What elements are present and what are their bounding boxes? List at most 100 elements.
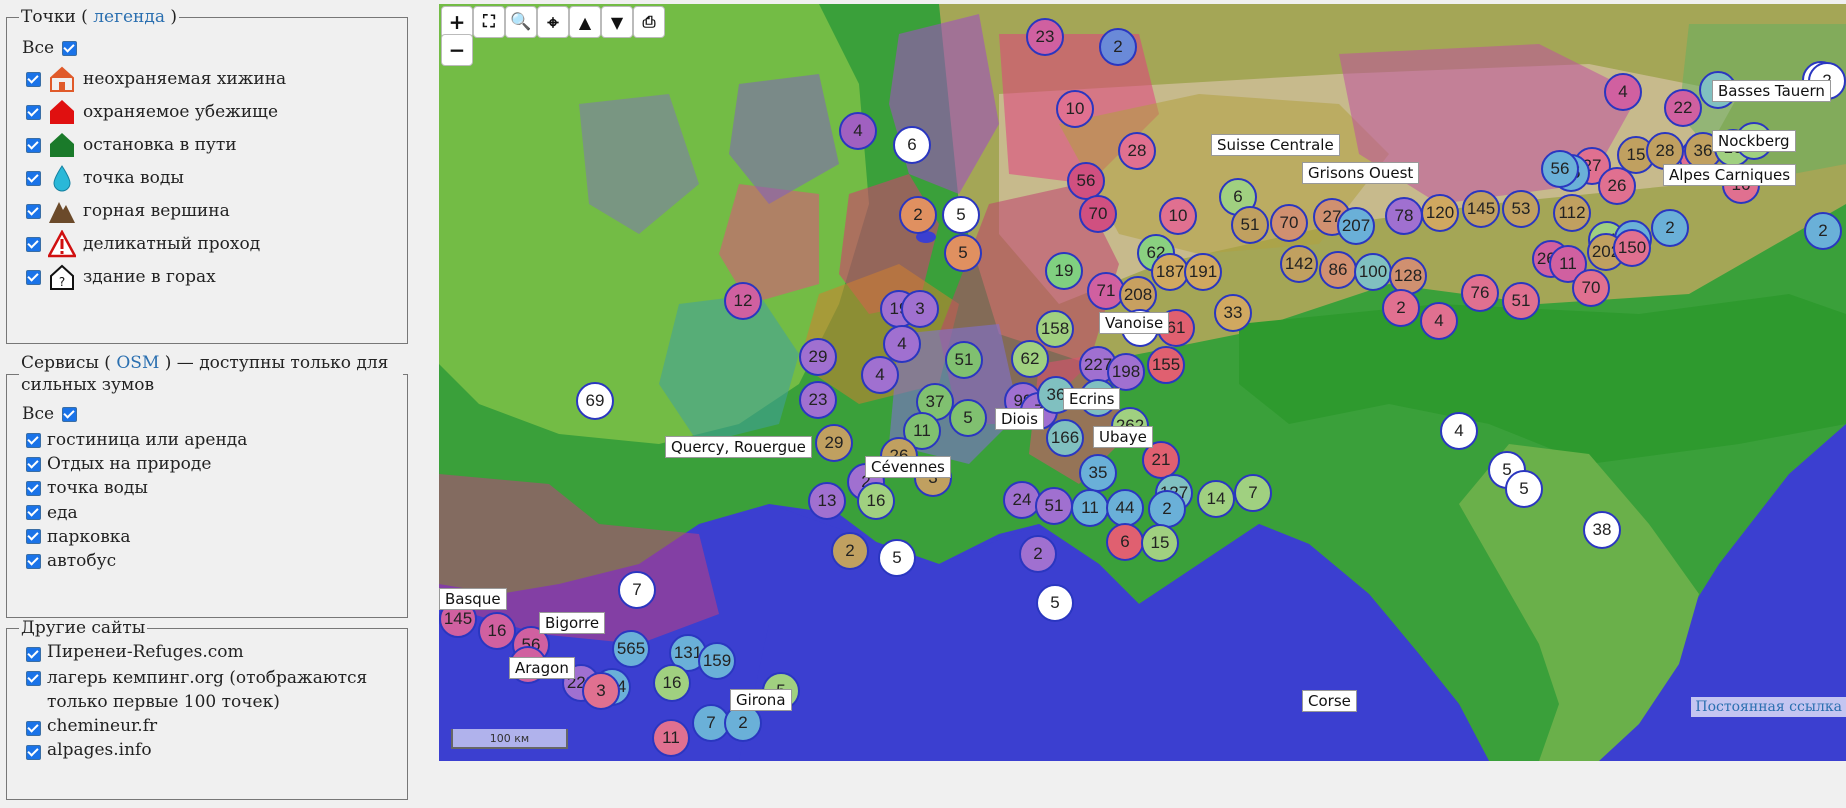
points-item-checkbox[interactable] (26, 170, 41, 186)
cluster-marker[interactable]: 2 (831, 532, 869, 570)
region-label[interactable]: Vanoise (1099, 312, 1170, 334)
cluster-marker[interactable]: 4 (1420, 302, 1458, 340)
zoom-out-button[interactable]: − (441, 34, 473, 66)
cluster-marker[interactable]: 5 (878, 539, 916, 577)
cluster-marker[interactable]: 142 (1280, 245, 1318, 283)
cluster-marker[interactable]: 3 (901, 290, 939, 328)
cluster-marker[interactable]: 70 (1079, 195, 1117, 233)
cluster-marker[interactable]: 38 (1583, 511, 1621, 549)
cluster-marker[interactable]: 10 (1056, 90, 1094, 128)
cluster-marker[interactable]: 100 (1354, 253, 1392, 291)
services-item-checkbox[interactable] (26, 480, 41, 496)
cluster-marker[interactable]: 2 (899, 196, 937, 234)
other-site-checkbox[interactable] (26, 671, 41, 686)
other-site-checkbox[interactable] (26, 745, 41, 760)
cluster-marker[interactable]: 4 (861, 356, 899, 394)
map[interactable]: + − ⛶ 🔍 ⌖ ▲ ▼ ⎙ 23 2 4 6 10 28 56 70 10 62 19 71 208… (439, 4, 1846, 761)
cluster-marker[interactable]: 2 (1804, 212, 1842, 250)
cluster-marker[interactable]: 5 (1505, 470, 1543, 508)
cluster-marker[interactable]: 6 (1106, 523, 1144, 561)
cluster-marker[interactable]: 76 (1461, 274, 1499, 312)
cluster-marker[interactable]: 112 (1553, 194, 1591, 232)
cluster-marker[interactable]: 565 (612, 630, 650, 668)
region-label[interactable]: Aragon (509, 657, 575, 679)
osm-link[interactable]: OSM (116, 353, 159, 373)
cluster-marker[interactable]: 4 (1604, 73, 1642, 111)
services-item-checkbox[interactable] (26, 553, 41, 569)
region-label[interactable]: Ecrins (1063, 388, 1121, 410)
cluster-marker[interactable]: 16 (478, 612, 516, 650)
points-item-checkbox[interactable] (26, 137, 41, 153)
region-label[interactable]: Girona (730, 689, 792, 711)
cluster-marker[interactable]: 23 (799, 381, 837, 419)
search-button[interactable]: 🔍 (505, 6, 537, 38)
region-label[interactable]: Basses Tauern (1712, 80, 1831, 102)
cluster-marker[interactable]: 22 (1664, 89, 1702, 127)
region-label[interactable]: Ubaye (1093, 426, 1153, 448)
services-item-checkbox[interactable] (26, 529, 41, 545)
cluster-marker[interactable]: 159 (698, 642, 736, 680)
cluster-marker[interactable]: 78 (1385, 197, 1423, 235)
fullscreen-button[interactable]: ⛶ (473, 6, 505, 38)
cluster-marker[interactable]: 86 (1319, 251, 1357, 289)
cluster-marker[interactable]: 150 (1613, 229, 1651, 267)
legend-link[interactable]: легенда (93, 7, 165, 27)
region-label[interactable]: Alpes Carniques (1663, 164, 1797, 186)
points-item-checkbox[interactable] (26, 203, 41, 219)
services-item-checkbox[interactable] (26, 456, 41, 472)
cluster-marker[interactable]: 2 (1019, 535, 1057, 573)
other-site-checkbox[interactable] (26, 647, 41, 662)
download-button[interactable]: ▼ (601, 6, 633, 38)
print-button[interactable]: ⎙ (633, 6, 665, 38)
region-label[interactable]: Grisons Ouest (1302, 162, 1420, 184)
cluster-marker[interactable]: 44 (1106, 489, 1144, 527)
cluster-marker[interactable]: 33 (1214, 294, 1252, 332)
points-item-checkbox[interactable] (26, 269, 41, 285)
cluster-marker[interactable]: 62 (1011, 340, 1049, 378)
permalink-link[interactable]: Постоянная ссылка (1691, 697, 1846, 717)
cluster-marker[interactable]: 51 (1231, 206, 1269, 244)
upload-button[interactable]: ▲ (569, 6, 601, 38)
region-label[interactable]: Diois (995, 408, 1044, 430)
cluster-marker[interactable]: 16 (857, 482, 895, 520)
cluster-marker[interactable]: 51 (945, 341, 983, 379)
region-label[interactable]: Quercy, Rouergue (665, 436, 812, 458)
cluster-marker[interactable]: 5 (944, 234, 982, 272)
cluster-marker[interactable]: 53 (1502, 190, 1540, 228)
cluster-marker[interactable]: 4 (839, 112, 877, 150)
cluster-marker[interactable]: 56 (1541, 150, 1579, 188)
cluster-marker[interactable]: 51 (1035, 487, 1073, 525)
cluster-marker[interactable]: 11 (652, 719, 690, 757)
points-item-checkbox[interactable] (26, 104, 41, 120)
cluster-marker[interactable]: 4 (1440, 412, 1478, 450)
points-all-checkbox[interactable] (62, 40, 78, 56)
cluster-marker[interactable]: 51 (1502, 282, 1540, 320)
cluster-marker[interactable]: 12 (724, 282, 762, 320)
cluster-marker[interactable]: 16 (653, 664, 691, 702)
cluster-marker[interactable]: 2 (1382, 289, 1420, 327)
cluster-marker[interactable]: 191 (1184, 253, 1222, 291)
cluster-marker[interactable]: 120 (1421, 194, 1459, 232)
other-site-checkbox[interactable] (26, 721, 41, 736)
points-item-checkbox[interactable] (26, 71, 41, 87)
cluster-marker[interactable]: 2 (1099, 28, 1137, 66)
cluster-marker[interactable]: 23 (1026, 18, 1064, 56)
cluster-marker[interactable]: 7 (1234, 474, 1272, 512)
cluster-marker[interactable]: 5 (942, 196, 980, 234)
cluster-marker[interactable]: 28 (1118, 132, 1156, 170)
cluster-marker[interactable]: 2 (1651, 209, 1689, 247)
cluster-marker[interactable]: 10 (1159, 197, 1197, 235)
cluster-marker[interactable]: 2 (1148, 490, 1186, 528)
cluster-marker[interactable]: 35 (1079, 454, 1117, 492)
cluster-marker[interactable]: 5 (949, 399, 987, 437)
cluster-marker[interactable]: 3 (582, 672, 620, 710)
cluster-marker[interactable]: 158 (1036, 310, 1074, 348)
cluster-marker[interactable]: 13 (808, 482, 846, 520)
region-label[interactable]: Suisse Centrale (1211, 134, 1340, 156)
cluster-marker[interactable]: 207 (1337, 207, 1375, 245)
cluster-marker[interactable]: 15 (1141, 524, 1179, 562)
services-item-checkbox[interactable] (26, 432, 41, 448)
cluster-marker[interactable]: 155 (1147, 346, 1185, 384)
points-item-checkbox[interactable] (26, 236, 41, 252)
region-label[interactable]: Corse (1302, 690, 1357, 712)
